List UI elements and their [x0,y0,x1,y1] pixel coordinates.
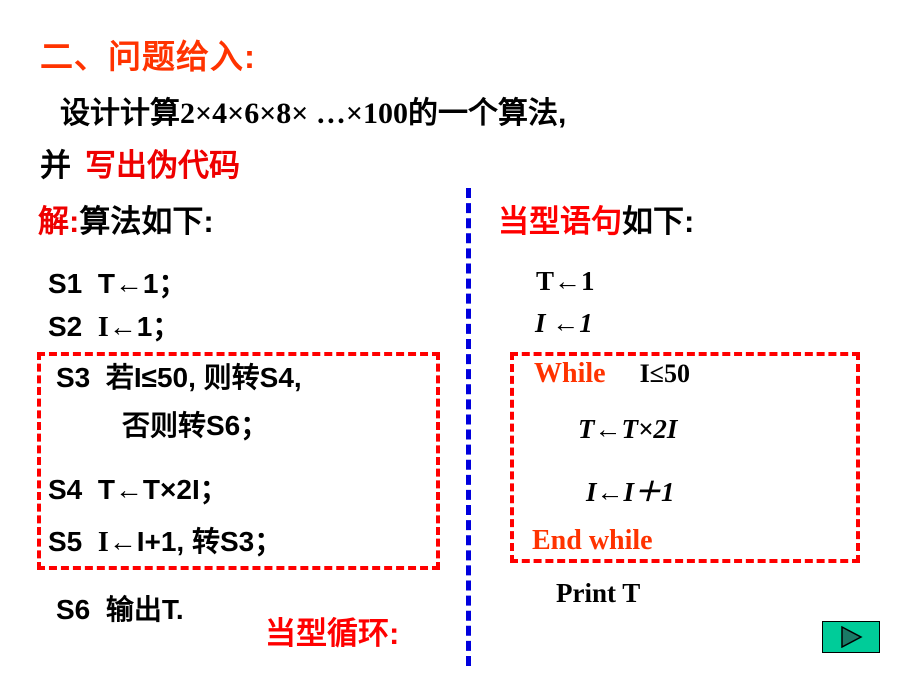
pseudocode-print-statement: Print T [556,578,640,609]
algorithm-step-s1: S1 T←1； [48,262,187,302]
column-divider [466,188,471,666]
step-body: 输出T. [105,594,184,625]
algorithm-step-s6: S6 输出T. [56,588,184,628]
problem-prefix: 设计计算 [60,97,180,130]
step-body: 若I≤50, 则转S4, [105,362,302,393]
algorithm-step-s3-line1: S3 若I≤50, 则转S4, [56,356,302,396]
left-heading-rest: 算法如下: [79,204,214,239]
algorithm-step-s5: S5 I←I+1, 转S3； [48,520,282,560]
step-body: T←T×2I； [97,474,228,505]
left-heading-highlight: 解: [38,204,80,239]
step-tag: S4 [48,474,83,505]
left-column-heading: 解:算法如下: [38,196,214,241]
play-triangle-icon [839,626,863,648]
right-heading-highlight: 当型语句 [498,204,622,239]
next-slide-button[interactable] [822,621,880,653]
algorithm-step-s4: S4 T←T×2I； [48,468,228,508]
pseudocode-init-t: T←1 [536,266,595,296]
step-tag: S5 [48,526,83,557]
pseudocode-while-statement: While I≤50 [534,358,690,390]
problem-expression: 2×4×6×8× …×100 [180,97,408,130]
step-variable: I [97,312,109,343]
right-heading-rest: 如下: [622,204,695,239]
while-loop-annotation: 当型循环: [265,616,400,651]
right-column-heading: 当型语句如下: [498,196,694,241]
step-tag: S3 [56,362,91,393]
step-tag: S2 [48,311,83,342]
pseudocode-body-line-1: T←T×2I [578,414,678,444]
step-body: 否则转S6； [122,410,269,441]
step-variable: I [97,527,109,558]
algorithm-step-s3-line2: 否则转S6； [122,404,268,444]
step-body: T←1； [97,268,187,299]
step-body: ←I+1, 转S3； [108,526,283,557]
problem-statement-line-1: 设计计算2×4×6×8× …×100的一个算法, [60,88,566,132]
print-keyword: Print T [556,578,641,608]
while-condition: I≤50 [639,359,690,388]
slide-canvas: 二、问题给入: 设计计算2×4×6×8× …×100的一个算法, 并写出伪代码 … [0,0,920,690]
problem-suffix: 的一个算法, [407,97,567,130]
pseudocode-end-while: End while [532,525,653,556]
step-tag: S6 [56,594,91,625]
pseudocode-body-line-2: I←I＋1 [586,477,675,507]
pseudocode-init-i: I ←1 [535,308,593,338]
page-title: 二、问题给入: [40,38,256,75]
algorithm-step-s2: S2 I←1； [48,305,180,345]
problem-line2-highlight: 写出伪代码 [85,148,240,183]
problem-line2-lead: 并 [40,148,71,183]
step-body: ←1； [108,311,181,342]
while-keyword: While [534,358,606,389]
problem-statement-line-2: 并写出伪代码 [40,140,240,185]
step-tag: S1 [48,268,83,299]
